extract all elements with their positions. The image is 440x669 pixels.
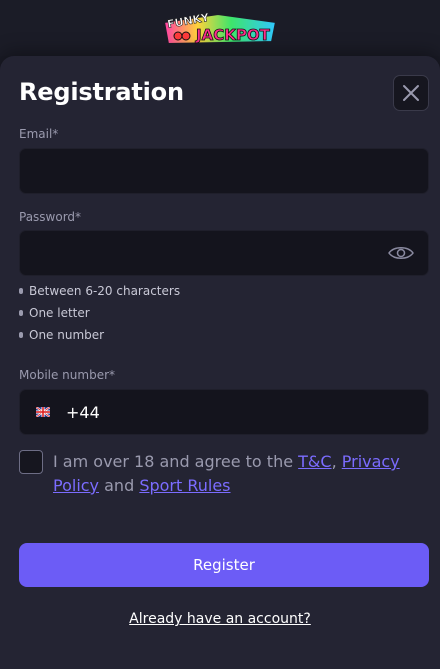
consent-text-before: I am over 18 and agree to the bbox=[53, 452, 299, 471]
password-rule: One letter bbox=[19, 306, 90, 320]
bullet-icon bbox=[19, 332, 23, 338]
age-consent-checkbox[interactable] bbox=[19, 450, 43, 474]
close-icon bbox=[403, 85, 419, 101]
logo-line2: JACKPOT bbox=[195, 26, 271, 44]
registration-modal: Registration Email* Password* Between 6-… bbox=[0, 56, 440, 669]
password-rule-text: Between 6-20 characters bbox=[29, 284, 181, 298]
password-rule-text: One number bbox=[29, 328, 105, 342]
logo-graphic: FUNKY JACKPOT bbox=[162, 10, 278, 46]
bullet-icon bbox=[19, 310, 23, 316]
password-field[interactable] bbox=[20, 231, 428, 275]
brand-logo[interactable]: FUNKY JACKPOT bbox=[160, 8, 280, 48]
bullet-icon bbox=[19, 288, 23, 294]
uk-flag-icon[interactable] bbox=[36, 407, 50, 417]
top-bar: FUNKY JACKPOT bbox=[0, 0, 440, 56]
mobile-field-wrapper: +44 bbox=[19, 389, 429, 435]
register-button[interactable]: Register bbox=[19, 543, 429, 587]
email-label: Email* bbox=[19, 127, 59, 141]
email-field[interactable] bbox=[20, 149, 428, 193]
email-field-wrapper bbox=[19, 148, 429, 194]
consent-text: I am over 18 and agree to the T&C, Priva… bbox=[53, 450, 423, 498]
password-label: Password* bbox=[19, 210, 82, 224]
consent-and: and bbox=[99, 476, 140, 495]
password-rule-text: One letter bbox=[29, 306, 90, 320]
sport-rules-link[interactable]: Sport Rules bbox=[139, 476, 230, 495]
eye-icon[interactable] bbox=[388, 243, 414, 263]
close-button[interactable] bbox=[393, 75, 429, 111]
modal-title: Registration bbox=[19, 78, 184, 106]
tc-link[interactable]: T&C bbox=[298, 452, 331, 471]
country-code[interactable]: +44 bbox=[66, 403, 100, 422]
login-link[interactable]: Already have an account? bbox=[0, 611, 440, 627]
password-field-wrapper bbox=[19, 230, 429, 276]
password-rule: One number bbox=[19, 328, 104, 342]
mobile-label: Mobile number* bbox=[19, 368, 116, 382]
password-rule: Between 6-20 characters bbox=[19, 284, 180, 298]
consent-separator: , bbox=[331, 452, 337, 471]
